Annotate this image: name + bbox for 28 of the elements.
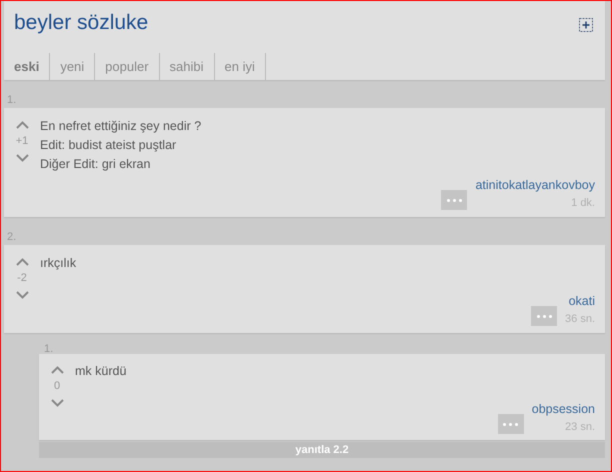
vote-count: 0 <box>54 379 60 394</box>
author-link[interactable]: atinitokatlayankovboy <box>475 176 595 195</box>
more-button[interactable] <box>531 306 558 326</box>
entry-text: ırkçılık <box>40 255 78 272</box>
downvote-icon[interactable] <box>16 154 28 162</box>
site-title: beyler sözluke <box>14 10 148 36</box>
expand-icon[interactable] <box>579 18 593 32</box>
tab[interactable]: sahibi <box>160 53 215 80</box>
author-link[interactable]: okati <box>568 292 595 311</box>
more-button[interactable] <box>498 414 524 434</box>
tab[interactable]: en iyi <box>214 53 266 80</box>
vote-count: -2 <box>17 271 27 286</box>
downvote-icon[interactable] <box>16 290 28 298</box>
vote-count: +1 <box>16 134 28 149</box>
downvote-icon[interactable] <box>50 398 64 406</box>
entry-text: En nefret ettiğiniz şey nedir ? <box>40 118 202 135</box>
upvote-icon[interactable] <box>16 121 28 129</box>
entry-text: Edit: budist ateist puştlar <box>40 137 178 154</box>
entry-text: mk kürdü <box>75 363 128 380</box>
entry-text: Diğer Edit: gri ekran <box>40 156 152 173</box>
tab[interactable]: eski <box>4 53 50 80</box>
more-button[interactable] <box>441 190 468 210</box>
tab[interactable]: populer <box>95 53 160 80</box>
tab[interactable]: yeni <box>50 53 96 80</box>
upvote-icon[interactable] <box>50 366 64 374</box>
author-link[interactable]: obpsession <box>532 400 595 419</box>
upvote-icon[interactable] <box>16 258 28 266</box>
reply-button[interactable]: yanıtla 2.2 <box>39 442 605 458</box>
